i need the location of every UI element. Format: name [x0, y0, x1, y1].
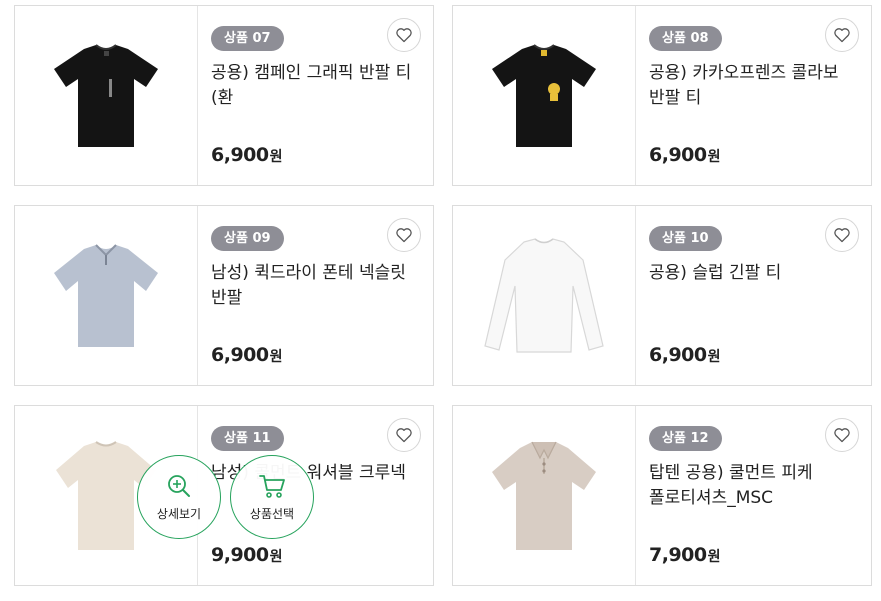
detail-view-label: 상세보기 [156, 506, 202, 521]
product-price: 6,900원 [649, 344, 721, 366]
product-badge: 상품 11 [211, 426, 284, 451]
price-value: 6,900 [649, 344, 707, 366]
product-card-08[interactable]: 상품 08 공용) 카카오프렌즈 콜라보 반팔 티 6,900원 [452, 5, 872, 186]
product-card-07[interactable]: 상품 07 공용) 캠페인 그래픽 반팔 티(환 6,900원 [14, 5, 434, 186]
product-name[interactable]: 남성) 퀵드라이 폰테 넥슬릿 반팔 [211, 261, 413, 311]
heart-icon [396, 428, 412, 443]
product-name[interactable]: 탑텐 공용) 쿨먼트 피케 폴로티셔츠_MSC [649, 461, 851, 511]
product-image-beige-polo[interactable] [453, 406, 635, 585]
wishlist-button[interactable] [387, 18, 421, 52]
product-name[interactable]: 공용) 캠페인 그래픽 반팔 티(환 [211, 61, 413, 111]
heart-icon [396, 228, 412, 243]
product-name[interactable]: 공용) 슬럽 긴팔 티 [649, 261, 851, 286]
product-card-11[interactable]: 상품 11 남성) 콜먼트 워셔블 크루넥 9,900원 [14, 405, 434, 586]
wishlist-button[interactable] [387, 418, 421, 452]
price-value: 7,900 [649, 544, 707, 566]
heart-icon [834, 428, 850, 443]
product-image-grey-slit-tee[interactable] [15, 206, 197, 385]
price-value: 6,900 [211, 144, 269, 166]
card-divider [197, 206, 198, 385]
card-divider [197, 6, 198, 185]
heart-icon [834, 228, 850, 243]
wishlist-button[interactable] [825, 418, 859, 452]
product-badge: 상품 07 [211, 26, 284, 51]
product-card-10[interactable]: 상품 10 공용) 슬럽 긴팔 티 6,900원 [452, 205, 872, 386]
card-divider [635, 406, 636, 585]
price-unit: 원 [707, 549, 721, 565]
price-unit: 원 [269, 549, 283, 565]
select-product-button[interactable]: 상품선택 [230, 455, 314, 539]
price-unit: 원 [269, 349, 283, 365]
price-unit: 원 [269, 149, 283, 165]
zoom-plus-icon [168, 474, 190, 497]
product-card-12[interactable]: 상품 12 탑텐 공용) 쿨먼트 피케 폴로티셔츠_MSC 7,900원 [452, 405, 872, 586]
heart-icon [834, 28, 850, 43]
wishlist-button[interactable] [825, 218, 859, 252]
product-price: 6,900원 [649, 144, 721, 166]
product-name[interactable]: 공용) 카카오프렌즈 콜라보 반팔 티 [649, 61, 851, 111]
select-product-label: 상품선택 [249, 506, 295, 521]
cart-icon [259, 474, 285, 498]
product-image-black-campaign-tee[interactable] [15, 6, 197, 185]
card-divider [635, 6, 636, 185]
price-value: 9,900 [211, 544, 269, 566]
wishlist-button[interactable] [387, 218, 421, 252]
product-price: 6,900원 [211, 144, 283, 166]
product-badge: 상품 08 [649, 26, 722, 51]
product-price: 7,900원 [649, 544, 721, 566]
heart-icon [396, 28, 412, 43]
price-unit: 원 [707, 149, 721, 165]
product-badge: 상품 12 [649, 426, 722, 451]
product-badge: 상품 10 [649, 226, 722, 251]
product-card-09[interactable]: 상품 09 남성) 퀵드라이 폰테 넥슬릿 반팔 6,900원 [14, 205, 434, 386]
detail-view-button[interactable]: 상세보기 [137, 455, 221, 539]
price-value: 6,900 [649, 144, 707, 166]
product-price: 9,900원 [211, 544, 283, 566]
wishlist-button[interactable] [825, 18, 859, 52]
product-badge: 상품 09 [211, 226, 284, 251]
product-image-white-longsleeve[interactable] [453, 206, 635, 385]
product-image-black-kakao-tee[interactable] [453, 6, 635, 185]
product-price: 6,900원 [211, 344, 283, 366]
price-unit: 원 [707, 349, 721, 365]
price-value: 6,900 [211, 344, 269, 366]
card-divider [635, 206, 636, 385]
